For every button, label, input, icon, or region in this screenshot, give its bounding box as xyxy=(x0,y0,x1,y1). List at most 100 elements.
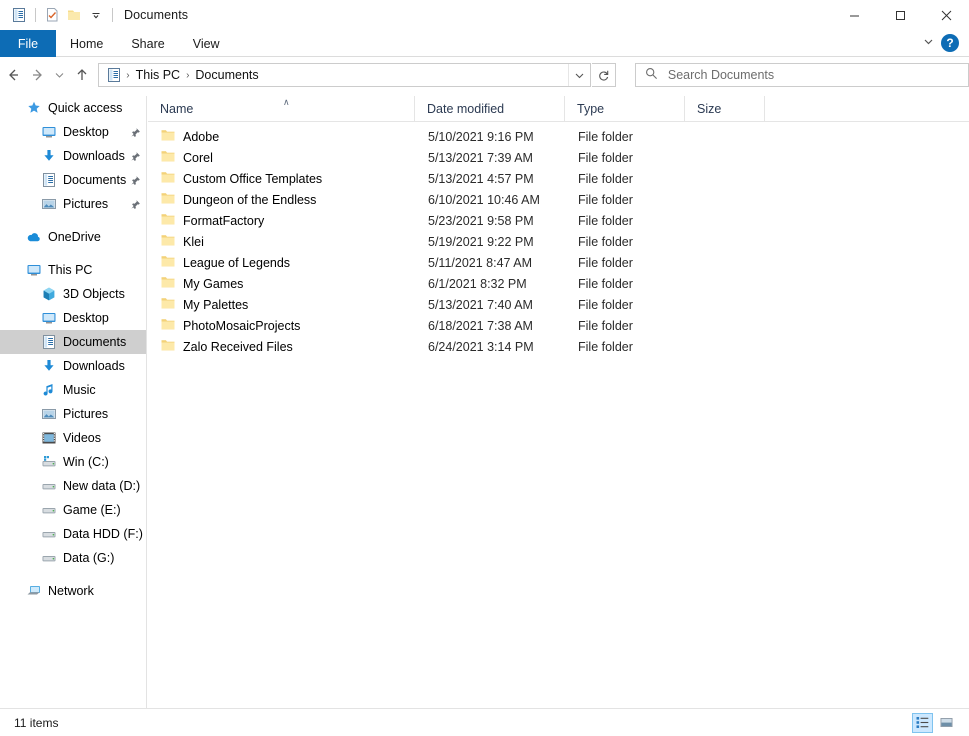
sidebar-item-game-e[interactable]: Game (E:) xyxy=(0,498,146,522)
breadcrumb-separator-1[interactable]: › xyxy=(125,70,130,81)
file-name-cell[interactable]: My Palettes xyxy=(148,295,415,314)
back-button[interactable] xyxy=(0,62,26,88)
properties-icon[interactable] xyxy=(8,4,30,26)
column-header-size[interactable]: Size xyxy=(685,96,765,121)
file-name-cell[interactable]: My Games xyxy=(148,274,415,293)
file-name-cell[interactable]: Adobe xyxy=(148,127,415,146)
table-row[interactable]: Custom Office Templates5/13/2021 4:57 PM… xyxy=(148,168,969,189)
pin-icon[interactable] xyxy=(128,175,142,186)
close-button[interactable] xyxy=(923,0,969,30)
sidebar-group-network[interactable]: Network xyxy=(0,579,146,603)
navigation-pane[interactable]: Quick access Desktop Downloads Documents xyxy=(0,96,147,708)
column-header-type-label: Type xyxy=(577,102,604,116)
type-cell: File folder xyxy=(565,256,685,270)
table-row[interactable]: Corel5/13/2021 7:39 AMFile folder xyxy=(148,147,969,168)
sidebar-item-pictures[interactable]: Pictures xyxy=(0,402,146,426)
file-name-label: My Palettes xyxy=(183,298,248,312)
new-folder-icon[interactable] xyxy=(63,4,85,26)
refresh-button[interactable] xyxy=(592,63,616,87)
table-row[interactable]: League of Legends5/11/2021 8:47 AMFile f… xyxy=(148,252,969,273)
sidebar-item-music[interactable]: Music xyxy=(0,378,146,402)
sidebar-item-downloads[interactable]: Downloads xyxy=(0,354,146,378)
file-name-cell[interactable]: PhotoMosaicProjects xyxy=(148,316,415,335)
search-box[interactable]: Search Documents xyxy=(635,63,969,87)
table-row[interactable]: FormatFactory5/23/2021 9:58 PMFile folde… xyxy=(148,210,969,231)
sidebar-item-desktop[interactable]: Desktop xyxy=(0,306,146,330)
folder-icon xyxy=(160,127,176,146)
file-name-cell[interactable]: Corel xyxy=(148,148,415,167)
column-header-name[interactable]: Name ∧ xyxy=(148,96,415,121)
sort-ascending-icon: ∧ xyxy=(283,98,290,107)
file-list-view[interactable]: Name ∧ Date modified Type Size Adobe5/10… xyxy=(148,96,969,708)
sidebar-item-label: Game (E:) xyxy=(63,503,121,517)
sidebar-item-pictures-qa[interactable]: Pictures xyxy=(0,192,146,216)
breadcrumb-separator-2[interactable]: › xyxy=(185,70,190,81)
sidebar-item-documents[interactable]: Documents xyxy=(0,330,146,354)
sidebar-item-3d-objects[interactable]: 3D Objects xyxy=(0,282,146,306)
folder-icon xyxy=(160,148,176,167)
sidebar-item-documents-qa[interactable]: Documents xyxy=(0,168,146,192)
file-name-cell[interactable]: FormatFactory xyxy=(148,211,415,230)
window-controls xyxy=(831,0,969,30)
file-name-label: Corel xyxy=(183,151,213,165)
column-header-name-label: Name xyxy=(160,102,193,116)
properties-check-icon[interactable] xyxy=(41,4,63,26)
sidebar-item-data-g[interactable]: Data (G:) xyxy=(0,546,146,570)
pin-icon[interactable] xyxy=(128,151,142,162)
table-row[interactable]: My Games6/1/2021 8:32 PMFile folder xyxy=(148,273,969,294)
sidebar-item-new-data-d[interactable]: New data (D:) xyxy=(0,474,146,498)
breadcrumb-item-this-pc[interactable]: This PC xyxy=(132,66,184,84)
item-count-label: 11 items xyxy=(14,716,58,730)
recent-locations-button[interactable] xyxy=(51,62,69,88)
table-row[interactable]: PhotoMosaicProjects6/18/2021 7:38 AMFile… xyxy=(148,315,969,336)
documents-icon xyxy=(41,172,57,188)
folder-icon xyxy=(160,337,176,356)
address-dropdown-icon[interactable] xyxy=(568,64,590,86)
folder-icon xyxy=(160,211,176,230)
file-name-cell[interactable]: Custom Office Templates xyxy=(148,169,415,188)
sidebar-item-downloads-qa[interactable]: Downloads xyxy=(0,144,146,168)
breadcrumb-item-documents[interactable]: Documents xyxy=(191,66,262,84)
pin-star-icon xyxy=(26,100,42,116)
folder-icon xyxy=(160,274,176,293)
pin-icon[interactable] xyxy=(128,199,142,210)
large-icons-view-button[interactable] xyxy=(936,713,957,733)
details-view-button[interactable] xyxy=(912,713,933,733)
column-header-date-modified[interactable]: Date modified xyxy=(415,96,565,121)
sidebar-item-videos[interactable]: Videos xyxy=(0,426,146,450)
file-name-cell[interactable]: Klei xyxy=(148,232,415,251)
tab-home[interactable]: Home xyxy=(56,30,117,57)
breadcrumb-root-icon[interactable] xyxy=(104,67,124,83)
sidebar-group-quick-access[interactable]: Quick access xyxy=(0,96,146,120)
table-row[interactable]: Zalo Received Files6/24/2021 3:14 PMFile… xyxy=(148,336,969,357)
table-row[interactable]: Adobe5/10/2021 9:16 PMFile folder xyxy=(148,126,969,147)
tab-share[interactable]: Share xyxy=(117,30,178,57)
file-name-cell[interactable]: Zalo Received Files xyxy=(148,337,415,356)
chevron-down-icon[interactable] xyxy=(85,4,107,26)
sidebar-item-desktop-qa[interactable]: Desktop xyxy=(0,120,146,144)
file-name-cell[interactable]: Dungeon of the Endless xyxy=(148,190,415,209)
up-button[interactable] xyxy=(69,62,95,88)
help-icon[interactable]: ? xyxy=(941,34,959,52)
sidebar-item-label: Documents xyxy=(63,173,126,187)
pin-icon[interactable] xyxy=(128,127,142,138)
search-input[interactable]: Search Documents xyxy=(668,68,774,82)
column-header-type[interactable]: Type xyxy=(565,96,685,121)
expand-ribbon-icon[interactable] xyxy=(922,35,935,51)
forward-button[interactable] xyxy=(26,62,52,88)
address-bar[interactable]: › This PC › Documents xyxy=(98,63,591,87)
table-row[interactable]: Dungeon of the Endless6/10/2021 10:46 AM… xyxy=(148,189,969,210)
maximize-button[interactable] xyxy=(877,0,923,30)
table-row[interactable]: Klei5/19/2021 9:22 PMFile folder xyxy=(148,231,969,252)
download-icon xyxy=(41,358,57,374)
tab-view[interactable]: View xyxy=(179,30,234,57)
sidebar-group-onedrive[interactable]: OneDrive xyxy=(0,225,146,249)
sidebar-item-data-hdd-f[interactable]: Data HDD (F:) xyxy=(0,522,146,546)
tab-file[interactable]: File xyxy=(0,30,56,57)
file-name-cell[interactable]: League of Legends xyxy=(148,253,415,272)
table-row[interactable]: My Palettes5/13/2021 7:40 AMFile folder xyxy=(148,294,969,315)
sidebar-item-win-c[interactable]: Win (C:) xyxy=(0,450,146,474)
sidebar-group-this-pc[interactable]: This PC xyxy=(0,258,146,282)
minimize-button[interactable] xyxy=(831,0,877,30)
file-name-label: PhotoMosaicProjects xyxy=(183,319,300,333)
